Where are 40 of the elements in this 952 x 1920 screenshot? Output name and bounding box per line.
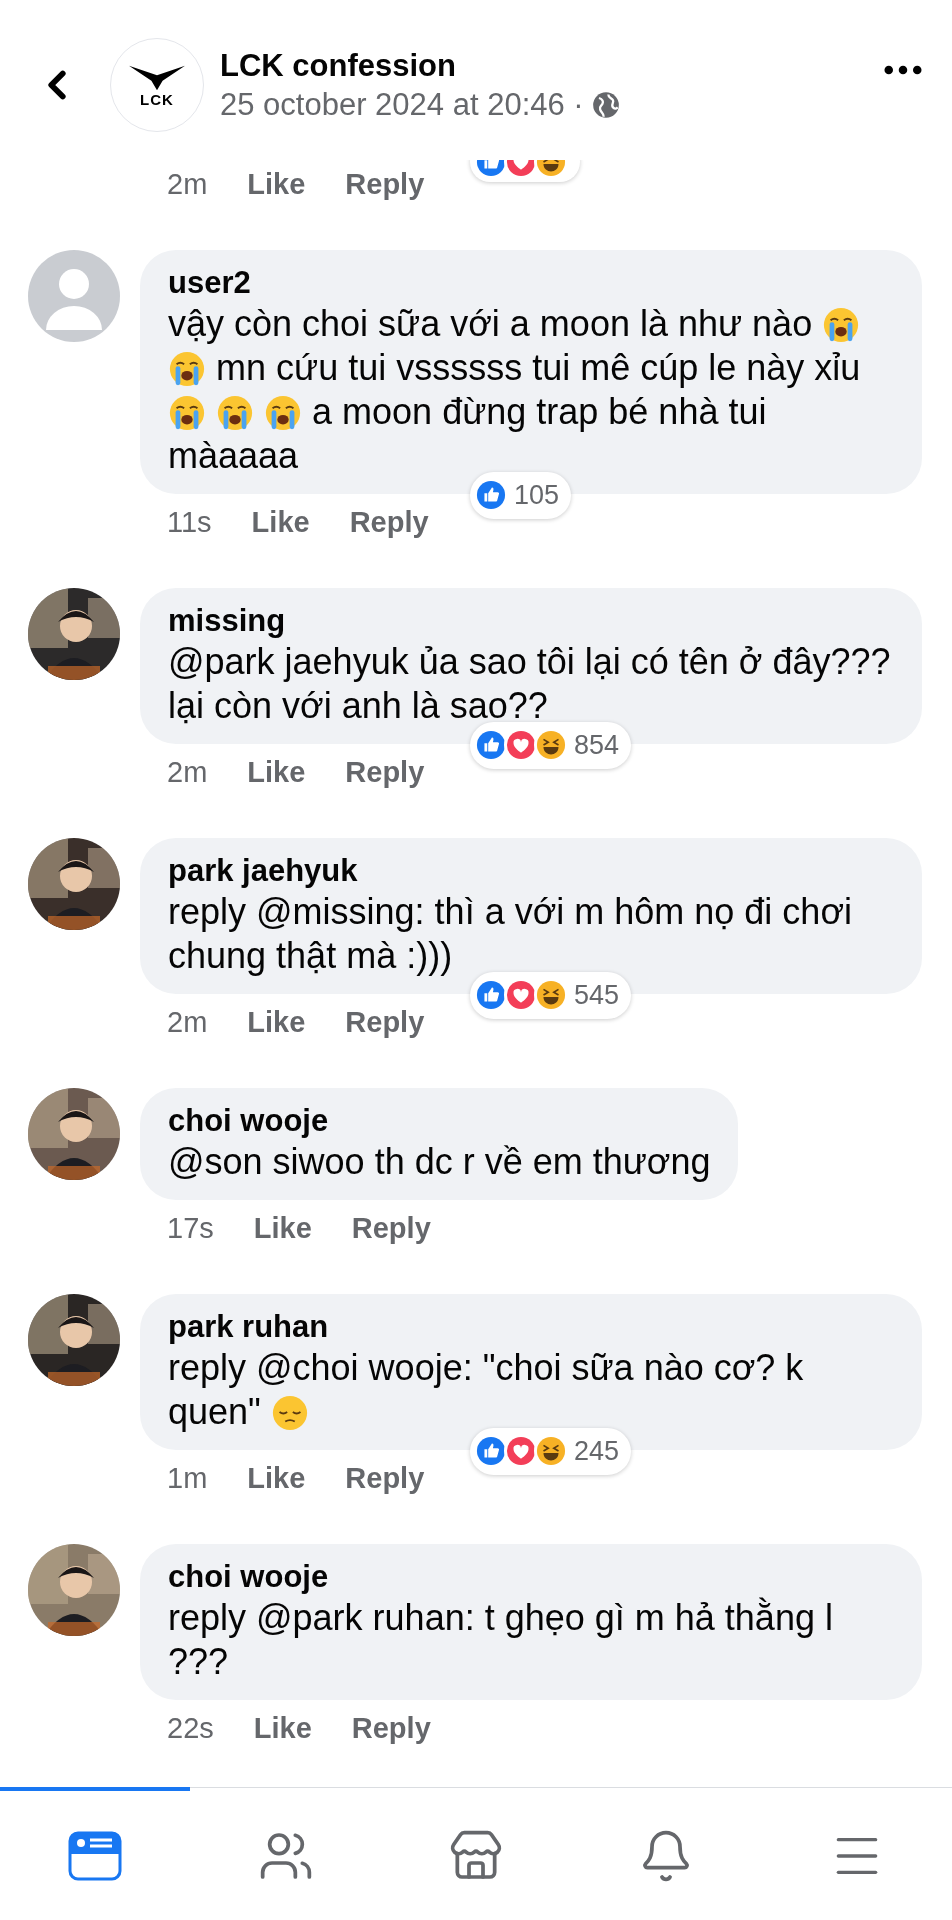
like-link[interactable]: Like bbox=[247, 163, 306, 207]
page-title[interactable]: LCK confession bbox=[220, 46, 620, 86]
logo-text: LCK bbox=[140, 91, 174, 107]
comment-text: reply @park ruhan: t ghẹo gì m hả thằng l ??? bbox=[168, 1596, 834, 1684]
reply-link[interactable]: Reply bbox=[345, 163, 425, 207]
reactions-badge[interactable]: 105 bbox=[470, 472, 572, 519]
like-link[interactable]: Like bbox=[253, 1207, 312, 1251]
like-link[interactable]: Like bbox=[251, 501, 310, 545]
comment-time: 2m bbox=[167, 167, 208, 203]
like-link[interactable]: Like bbox=[247, 1457, 306, 1501]
comment-time: 17s bbox=[167, 1211, 214, 1247]
comment-author[interactable]: missing bbox=[168, 602, 894, 640]
like-link[interactable]: Like bbox=[247, 1001, 306, 1045]
reply-link[interactable]: Reply bbox=[345, 1457, 425, 1501]
comment-time: 1m bbox=[167, 1461, 208, 1497]
reactions-badge[interactable]: 854 bbox=[470, 722, 632, 769]
reaction-count: 105 bbox=[514, 479, 560, 512]
like-link[interactable]: Like bbox=[247, 751, 306, 795]
comment-author[interactable]: park jaehyuk bbox=[168, 852, 894, 890]
reply-link[interactable]: Reply bbox=[345, 1001, 425, 1045]
comment-author[interactable]: user2 bbox=[168, 264, 894, 302]
comment-time: 11s bbox=[167, 505, 212, 541]
reactions-badge[interactable]: 245 bbox=[470, 1428, 632, 1475]
comment-time: 22s bbox=[167, 1711, 214, 1747]
like-link[interactable]: Like bbox=[253, 1707, 312, 1751]
post-date: 25 october 2024 at 20:46 · bbox=[220, 86, 584, 124]
comment-text: @son siwoo th dc r về em thương bbox=[168, 1140, 711, 1184]
reply-link[interactable]: Reply bbox=[349, 501, 429, 545]
reactions-badge[interactable]: 545 bbox=[470, 972, 632, 1019]
reply-link[interactable]: Reply bbox=[351, 1207, 431, 1251]
comment-author[interactable]: park ruhan bbox=[168, 1308, 894, 1346]
reaction-count: 854 bbox=[574, 729, 620, 762]
comment-time: 2m bbox=[167, 1005, 208, 1041]
reaction-count: 545 bbox=[574, 979, 620, 1012]
comment-time: 2m bbox=[167, 755, 208, 791]
comment-author[interactable]: choi wooje bbox=[168, 1102, 711, 1140]
reply-link[interactable]: Reply bbox=[345, 751, 425, 795]
comment-author[interactable]: choi wooje bbox=[168, 1558, 894, 1596]
reply-link[interactable]: Reply bbox=[351, 1707, 431, 1751]
reaction-count: 245 bbox=[574, 1435, 620, 1468]
